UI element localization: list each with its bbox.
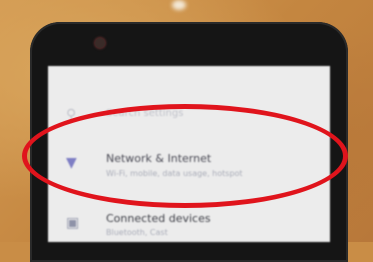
red-highlight-ellipse xyxy=(22,104,348,208)
devices-icon: ▣ xyxy=(66,215,80,231)
settings-item-connected-devices[interactable]: ▣ Connected devices Bluetooth, Cast xyxy=(48,210,330,242)
settings-item-sublabel: Bluetooth, Cast xyxy=(106,228,168,237)
front-camera-icon xyxy=(95,38,105,48)
light-glare xyxy=(172,0,186,10)
settings-item-label: Connected devices xyxy=(106,212,211,225)
